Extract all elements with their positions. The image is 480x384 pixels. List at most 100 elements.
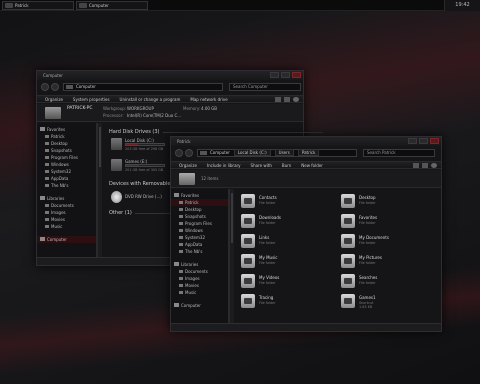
- close-button[interactable]: [292, 72, 301, 78]
- sidebar-item-images[interactable]: Images: [37, 209, 96, 216]
- burn-button[interactable]: Burn: [282, 163, 291, 168]
- help-icon[interactable]: [431, 162, 437, 168]
- sidebar-item-favorites[interactable]: Favorites: [171, 192, 228, 199]
- view-options-icon[interactable]: [413, 162, 419, 168]
- taskbar-button-patrick[interactable]: Patrick: [2, 1, 74, 10]
- preview-pane-icon[interactable]: [284, 96, 290, 102]
- taskbar-button-computer[interactable]: Computer: [76, 1, 148, 10]
- sidebar-item-patrick[interactable]: Patrick: [37, 133, 96, 140]
- sidebar-item-label: Libraries: [47, 196, 65, 201]
- breadcrumb[interactable]: Computer Local Disk (C:) Users Patrick: [197, 149, 357, 157]
- list-item[interactable]: Links File folder: [241, 233, 311, 251]
- sidebar-item-libraries[interactable]: Libraries: [37, 195, 96, 202]
- section-hard-disk-drives: Hard Disk Drives (3): [109, 129, 321, 135]
- folder-icon: [45, 225, 49, 228]
- memory-value: 4.00 GB: [201, 106, 218, 111]
- sidebar-item-the-nb-s[interactable]: The Nb's: [37, 182, 96, 189]
- sidebar-item-system32[interactable]: System32: [37, 168, 96, 175]
- maximize-button[interactable]: [281, 72, 290, 78]
- downloads-icon: [241, 214, 255, 228]
- sidebar-item-favorites[interactable]: Favorites: [37, 126, 96, 133]
- minimize-button[interactable]: [408, 138, 417, 144]
- sidebar-item-snapshots[interactable]: Snapshots: [171, 213, 228, 220]
- documents-icon: [341, 234, 355, 248]
- sidebar-item-label: Computer: [181, 303, 201, 308]
- minimize-button[interactable]: [270, 72, 279, 78]
- include-in-library-button[interactable]: Include in library: [207, 163, 241, 168]
- sidebar-item-patrick[interactable]: Patrick: [171, 199, 228, 206]
- list-item[interactable]: My Videos File folder: [241, 273, 311, 291]
- sidebar-item-documents[interactable]: Documents: [171, 268, 228, 275]
- window-title: Patrick: [171, 137, 441, 146]
- sidebar-item-windows[interactable]: Windows: [37, 161, 96, 168]
- list-item[interactable]: My Music File folder: [241, 253, 311, 271]
- sidebar-item-system32[interactable]: System32: [171, 234, 228, 241]
- folder-icon: [179, 229, 183, 232]
- sidebar-item-computer[interactable]: Computer: [171, 302, 228, 309]
- item-name: Games1: [359, 295, 376, 300]
- item-size: 1.63 KB: [359, 305, 373, 309]
- new-folder-button[interactable]: New folder: [301, 163, 323, 168]
- list-item[interactable]: Contacts File folder: [241, 193, 311, 211]
- section-icon: [40, 127, 45, 131]
- sidebar-item-movies[interactable]: Movies: [171, 282, 228, 289]
- folder-icon: [45, 184, 49, 187]
- list-item[interactable]: Tracing File folder: [241, 293, 311, 311]
- sidebar-item-movies[interactable]: Movies: [37, 216, 96, 223]
- preview-pane-icon[interactable]: [422, 162, 428, 168]
- sidebar-item-snapshots[interactable]: Snapshots: [37, 147, 96, 154]
- sidebar-item-music[interactable]: Music: [171, 289, 228, 296]
- crumb-users[interactable]: Users: [274, 149, 294, 156]
- sidebar-item-the-nb-s[interactable]: The Nb's: [171, 248, 228, 255]
- tracing-icon: [241, 294, 255, 308]
- item-type: File folder: [259, 201, 276, 205]
- sidebar-item-desktop[interactable]: Desktop: [171, 206, 228, 213]
- folder-icon: [179, 173, 195, 185]
- sidebar-item-program-files[interactable]: Program Files: [37, 154, 96, 161]
- search-input[interactable]: Search Computer: [229, 83, 301, 91]
- organize-button[interactable]: Organize: [45, 97, 63, 102]
- map-network-drive-button[interactable]: Map network drive: [190, 97, 227, 102]
- sidebar-item-computer[interactable]: Computer: [37, 236, 96, 243]
- nav-scrollbar[interactable]: [229, 189, 234, 325]
- back-button[interactable]: [175, 149, 183, 157]
- crumb-computer[interactable]: Computer: [210, 150, 230, 155]
- share-with-button[interactable]: Share with: [251, 163, 272, 168]
- back-button[interactable]: [41, 83, 49, 91]
- list-item[interactable]: Downloads File folder: [241, 213, 311, 231]
- sidebar-item-windows[interactable]: Windows: [171, 227, 228, 234]
- section-icon: [174, 262, 179, 266]
- sidebar-item-appdata[interactable]: AppData: [37, 175, 96, 182]
- help-icon[interactable]: [293, 96, 299, 102]
- organize-button[interactable]: Organize: [179, 163, 197, 168]
- list-item[interactable]: Favorites File folder: [341, 213, 411, 231]
- list-item[interactable]: Desktop File folder: [341, 193, 411, 211]
- search-input[interactable]: Search Patrick: [363, 149, 435, 157]
- sidebar-item-libraries[interactable]: Libraries: [171, 261, 228, 268]
- list-item[interactable]: My Pictures File folder: [341, 253, 411, 271]
- section-icon: [174, 193, 179, 197]
- crumb-patrick[interactable]: Patrick: [297, 149, 320, 156]
- list-item[interactable]: My Documents File folder: [341, 233, 411, 251]
- breadcrumb[interactable]: Computer: [63, 83, 223, 91]
- forward-button[interactable]: [185, 149, 193, 157]
- sidebar-item-documents[interactable]: Documents: [37, 202, 96, 209]
- system-properties-button[interactable]: System properties: [73, 97, 110, 102]
- sidebar-item-label: Patrick: [51, 134, 65, 139]
- forward-button[interactable]: [51, 83, 59, 91]
- sidebar-item-appdata[interactable]: AppData: [171, 241, 228, 248]
- maximize-button[interactable]: [419, 138, 428, 144]
- sidebar-item-label: Patrick: [185, 200, 199, 205]
- view-options-icon[interactable]: [275, 96, 281, 102]
- section-other: Other (1): [109, 210, 294, 216]
- close-button[interactable]: [430, 138, 439, 144]
- crumb-local-disk[interactable]: Local Disk (C:): [233, 149, 271, 156]
- sidebar-item-images[interactable]: Images: [171, 275, 228, 282]
- sidebar-item-music[interactable]: Music: [37, 223, 96, 230]
- list-item[interactable]: Games1 Shortcut 1.63 KB: [341, 293, 411, 311]
- uninstall-program-button[interactable]: Uninstall or change a program: [120, 97, 181, 102]
- nav-scrollbar[interactable]: [97, 123, 102, 259]
- sidebar-item-desktop[interactable]: Desktop: [37, 140, 96, 147]
- sidebar-item-program-files[interactable]: Program Files: [171, 220, 228, 227]
- list-item[interactable]: Searches File folder: [341, 273, 411, 291]
